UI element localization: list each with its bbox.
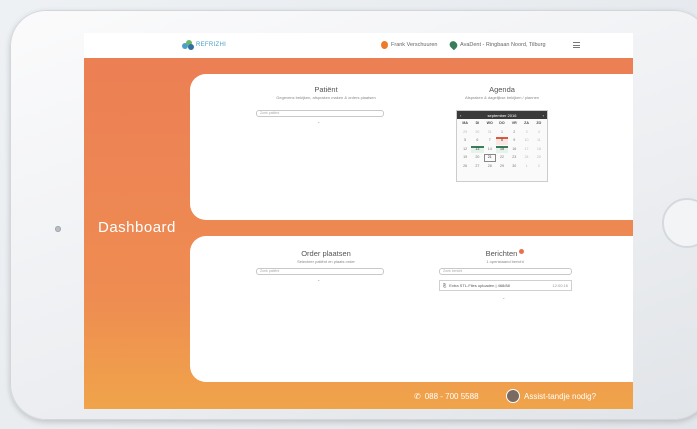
assist-label: Assist-tandje nodig? [524,391,597,401]
calendar-day[interactable]: 26 [459,163,471,171]
weekday-label: DI [475,121,480,125]
calendar-day[interactable]: 18 [533,146,545,154]
calendar-day[interactable]: 10 [520,137,532,145]
calendar-day[interactable]: 4 [533,129,545,137]
logo[interactable]: REFRIZHI [182,40,226,50]
app-screen: REFRIZHI Frank Verschuuren AvaDent - Rin… [84,33,633,409]
messages-title: Berichten [485,249,518,258]
messages-subtitle: 1 openstaand bericht [486,259,524,264]
calendar-grid: MA DI WO DO VR ZA ZO 29 30 31 1 2 3 4 5 … [457,119,547,171]
calendar-day[interactable]: 29 [459,129,471,137]
weekday-label: ZO [536,121,542,125]
page-title: Dashboard [98,219,176,236]
patient-title: Patiënt [314,85,338,94]
phone-icon: ✆ [414,392,421,401]
hamburger-menu-icon[interactable] [573,42,580,48]
calendar-day[interactable]: 13 [471,145,484,153]
phone-number: 088 - 700 5588 [424,392,479,401]
calendar-day[interactable]: 25 [533,154,545,162]
calendar-day[interactable]: 22 [496,154,508,162]
calendar-month-label: september 2016 [487,112,517,118]
assist-button[interactable]: Assist-tandje nodig? [506,389,596,403]
support-phone[interactable]: ✆ 088 - 700 5588 [414,392,479,401]
calendar-day[interactable]: 2 [533,163,545,171]
calendar-day[interactable]: 15 [495,145,509,153]
calendar-day[interactable]: 28 [484,163,496,171]
order-title: Order plaatsen [301,249,351,258]
calendar-day[interactable]: 29 [496,163,508,171]
calendar-day[interactable]: 27 [471,163,483,171]
logo-text: REFRIZHI [196,42,227,48]
calendar-day[interactable]: 1 [520,163,532,171]
calendar-day[interactable]: 24 [520,154,532,162]
messages-search-input[interactable]: Zoek bericht [439,268,572,275]
weekday-label: VR [511,121,517,125]
calendar-day[interactable]: 12 [459,146,471,154]
calendar-day[interactable]: 5 [459,137,471,145]
location-pin-icon [448,39,459,51]
calendar-day[interactable]: 7 [484,137,496,145]
weekday-label: DO [499,121,505,125]
assistant-avatar [506,389,520,403]
top-bar: REFRIZHI Frank Verschuuren AvaDent - Rin… [84,33,633,58]
calendar-day[interactable]: 16 [508,146,520,154]
calendar-day[interactable]: 23 [508,154,520,162]
calendar-next-icon[interactable]: › [543,113,544,118]
home-button[interactable] [662,198,697,248]
patient-subtitle: Gegevens bekijken, afspraken maken & ord… [276,95,376,100]
calendar-day[interactable]: 31 [484,129,496,137]
agenda-title: Agenda [489,85,515,94]
weekday-label: MA [462,121,468,125]
calendar-day[interactable]: 17 [520,146,532,154]
notification-badge [519,249,525,254]
user-icon [381,41,388,49]
calendar-day[interactable]: 11 [533,137,545,145]
calendar-day[interactable]: 30 [471,129,483,137]
chevron-down-icon[interactable]: ⌄ [317,119,320,124]
calendar-day[interactable]: 19 [459,154,471,162]
location-label: AvaDent - Ringbaan Noord, Tilburg [460,42,546,48]
chevron-down-icon[interactable]: ⌄ [502,295,505,300]
agenda-subtitle: Afspraken & dagelijkse bekijken / planne… [464,95,540,100]
logo-mark-icon [182,40,194,50]
order-search-input[interactable]: Zoek patiënt [256,268,384,275]
order-subtitle: Selecteer patiënt en plaats order [297,259,355,264]
patient-search-input[interactable]: Zoek patiënt [256,110,384,117]
bottom-panel: Order plaatsen Selecteer patiënt en plaa… [190,236,633,382]
user-name: Frank Verschuuren [391,42,438,48]
calendar-prev-icon[interactable]: ‹ [460,113,461,118]
message-item[interactable]: ⎘ Extra STL-Files uploaden | 468/88 12:0… [439,280,572,291]
top-panel: Patiënt Gegevens bekijken, afspraken mak… [190,74,633,220]
calendar-day[interactable]: 2 [508,129,520,137]
attachment-icon: ⎘ [443,283,447,288]
calendar-day[interactable]: 6 [471,137,483,145]
calendar-day[interactable]: 21 [483,154,496,162]
weekday-label: WO [486,121,493,125]
calendar-day[interactable]: 8 [495,137,509,145]
chevron-down-icon[interactable]: ⌄ [317,277,320,282]
camera-icon [55,226,61,232]
user-menu[interactable]: Frank Verschuuren [381,41,437,49]
calendar-day[interactable]: 14 [484,146,496,154]
footer: ✆ 088 - 700 5588 Assist-tandje nodig? [84,384,633,409]
messages-title-wrap: Berichten [435,249,575,258]
calendar-day[interactable]: 1 [496,129,508,137]
calendar-day[interactable]: 9 [508,137,520,145]
message-time: 12:00:16 [552,283,568,288]
calendar-header: ‹ september 2016 › [457,111,547,119]
calendar-day[interactable]: 20 [471,154,483,162]
location-selector[interactable]: AvaDent - Ringbaan Noord, Tilburg [448,39,546,51]
calendar-day[interactable]: 30 [508,163,520,171]
calendar-day[interactable]: 3 [520,129,532,137]
message-text: Extra STL-Files uploaden | 468/88 [449,283,510,288]
agenda-calendar[interactable]: ‹ september 2016 › MA DI WO DO VR ZA ZO … [456,110,548,182]
weekday-label: ZA [524,121,529,125]
